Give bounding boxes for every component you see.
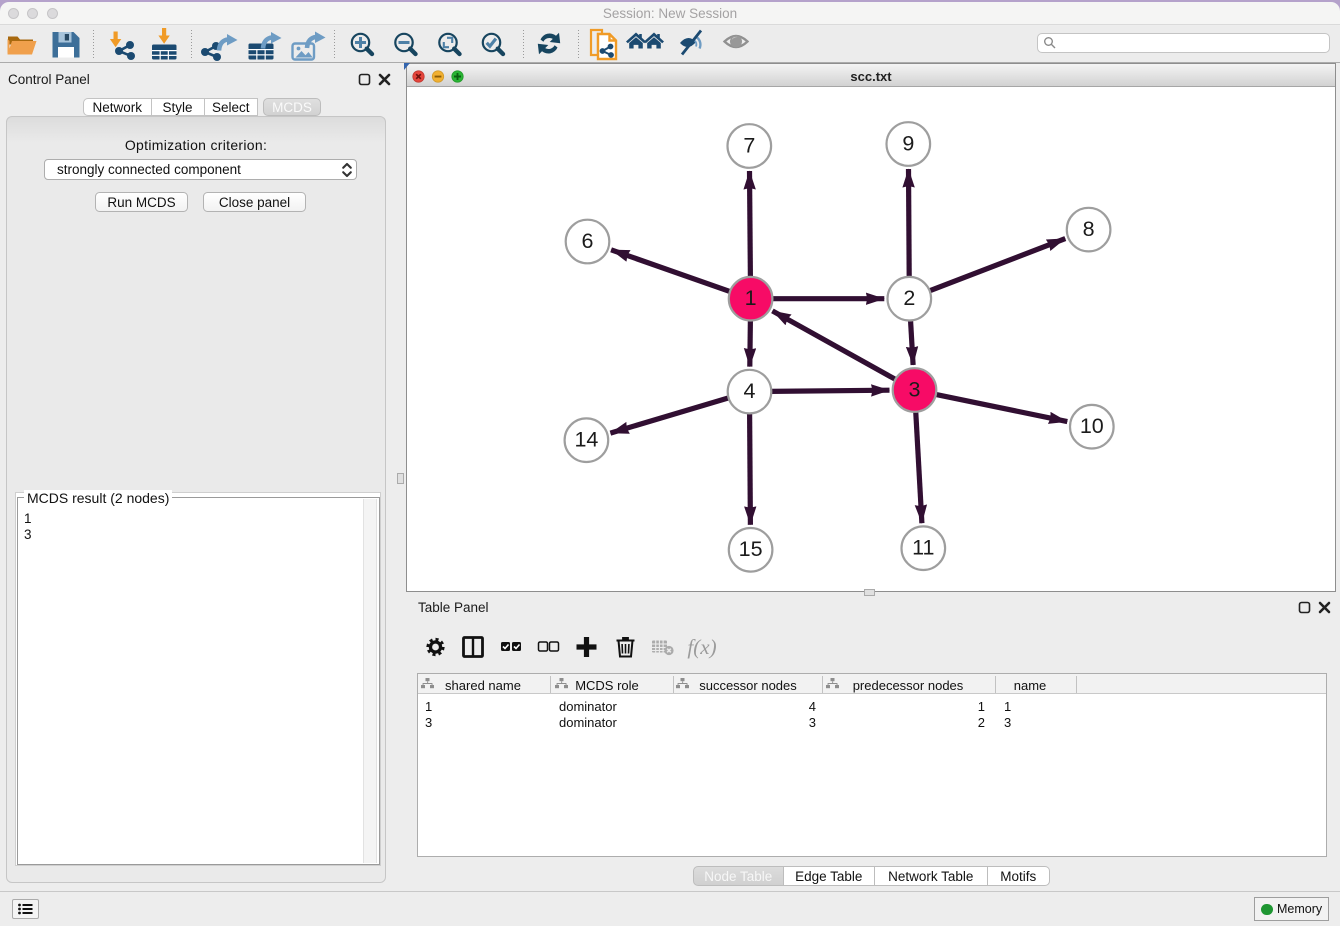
svg-text:14: 14 (574, 428, 598, 452)
svg-text:8: 8 (1083, 217, 1095, 241)
svg-text:2: 2 (903, 286, 915, 310)
svg-text:4: 4 (744, 379, 756, 403)
svg-text:11: 11 (912, 536, 934, 560)
svg-text:7: 7 (743, 133, 755, 157)
svg-text:15: 15 (739, 537, 763, 561)
svg-text:10: 10 (1080, 414, 1104, 438)
svg-text:f(x): f(x) (687, 635, 716, 659)
svg-text:6: 6 (582, 229, 594, 253)
svg-text:9: 9 (902, 131, 914, 155)
svg-text:3: 3 (909, 377, 921, 401)
svg-text:1: 1 (745, 286, 757, 310)
